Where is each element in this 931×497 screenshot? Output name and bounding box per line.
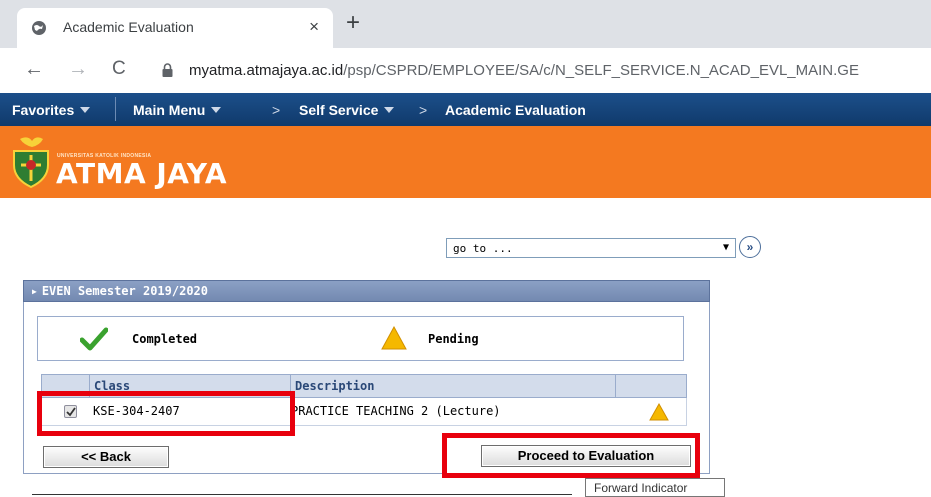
tab-close-icon[interactable]: × [309, 17, 319, 37]
class-description: PRACTICE TEACHING 2 (Lecture) [291, 404, 501, 418]
browser-tabstrip: Academic Evaluation × + [0, 0, 931, 48]
tooltip: Forward Indicator [585, 478, 725, 497]
university-banner: UNIVERSITAS KATOLIK INDONESIA ATMA JAYA [0, 126, 931, 198]
back-button[interactable]: << Back [43, 446, 169, 468]
address-bar[interactable]: myatma.atmajaya.ac.id/psp/CSPRD/EMPLOYEE… [152, 55, 931, 86]
warning-icon [381, 326, 407, 350]
column-header-status [615, 375, 687, 397]
university-name: ATMA JAYA [56, 157, 228, 190]
highlight-box-class [37, 391, 295, 436]
breadcrumb-separator: > [272, 102, 281, 118]
divider [32, 494, 572, 495]
chevron-down-icon: ▼ [722, 242, 729, 253]
address-bar-row: ← → C myatma.atmajaya.ac.id/psp/CSPRD/EM… [0, 48, 931, 93]
university-emblem-icon [13, 137, 49, 189]
legend-pending-label: Pending [428, 332, 479, 346]
self-service-label: Self Service [299, 102, 379, 118]
lock-icon [162, 63, 173, 77]
main-menu[interactable]: Main Menu [133, 102, 222, 118]
browser-tab[interactable]: Academic Evaluation × [17, 8, 333, 48]
url-text: myatma.atmajaya.ac.id/psp/CSPRD/EMPLOYEE… [189, 62, 859, 79]
reload-icon[interactable]: C [112, 58, 126, 80]
status-legend: Completed Pending [37, 316, 684, 361]
dropdown-arrow-icon [211, 107, 222, 113]
highlight-box-proceed [442, 433, 700, 478]
favorites-menu[interactable]: Favorites [12, 102, 91, 118]
url-path: /psp/CSPRD/EMPLOYEE/SA/c/N_SELF_SERVICE.… [343, 62, 859, 79]
legend-completed-label: Completed [132, 332, 198, 346]
main-menu-label: Main Menu [133, 102, 206, 118]
goto-select-value: go to ... [453, 242, 513, 255]
column-header-description: Description [290, 375, 615, 397]
section-header[interactable]: ▶ EVEN Semester 2019/2020 [23, 280, 710, 302]
url-domain: myatma.atmajaya.ac.id [189, 62, 344, 79]
nav-divider [115, 97, 116, 121]
self-service-menu[interactable]: Self Service [299, 102, 395, 118]
dropdown-arrow-icon [384, 107, 395, 113]
forward-arrow-icon[interactable]: → [68, 58, 88, 81]
breadcrumb-separator: > [419, 102, 428, 118]
globe-icon [32, 21, 46, 35]
new-tab-icon[interactable]: + [346, 11, 360, 35]
collapse-arrow-icon: ▶ [32, 287, 37, 296]
tab-title: Academic Evaluation [63, 19, 194, 35]
pending-warning-icon [649, 403, 669, 421]
goto-select[interactable]: go to ... ▼ [446, 238, 736, 258]
favorites-label: Favorites [12, 102, 75, 118]
back-arrow-icon[interactable]: ← [24, 58, 44, 81]
breadcrumb-current: Academic Evaluation [445, 102, 586, 118]
dropdown-arrow-icon [80, 107, 91, 113]
goto-forward-button[interactable]: » [739, 236, 761, 258]
section-title: EVEN Semester 2019/2020 [41, 284, 208, 298]
portal-nav-bar: Favorites Main Menu > Self Service > Aca… [0, 93, 931, 126]
checkmark-icon [80, 327, 108, 351]
